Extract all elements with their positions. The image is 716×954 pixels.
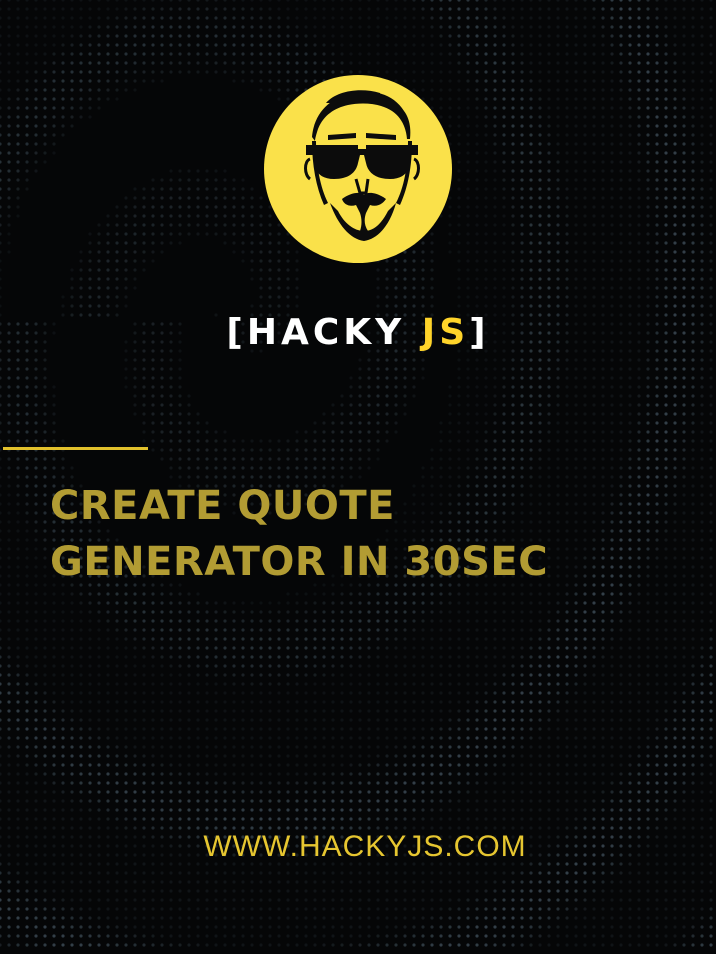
brand-name-hacky: HACKY [246, 312, 406, 353]
headline-line-2: GENERATOR IN 30SEC [50, 539, 549, 585]
bearded-man-sunglasses-icon [264, 75, 452, 263]
brand-close-bracket: ] [469, 312, 490, 353]
logo-avatar [264, 75, 452, 263]
poster: [HACKY JS] CREATE QUOTE GENERATOR IN 30S… [0, 0, 716, 954]
accent-divider [3, 447, 148, 450]
headline-line-1: CREATE QUOTE [50, 483, 395, 529]
brand-wordmark: [HACKY JS] [0, 312, 716, 353]
headline: CREATE QUOTE GENERATOR IN 30SEC [50, 478, 690, 590]
website-link[interactable]: WWW.HACKYJS.COM [0, 830, 716, 864]
brand-name-js: JS [421, 312, 470, 353]
brand-open-bracket: [ [226, 312, 247, 353]
